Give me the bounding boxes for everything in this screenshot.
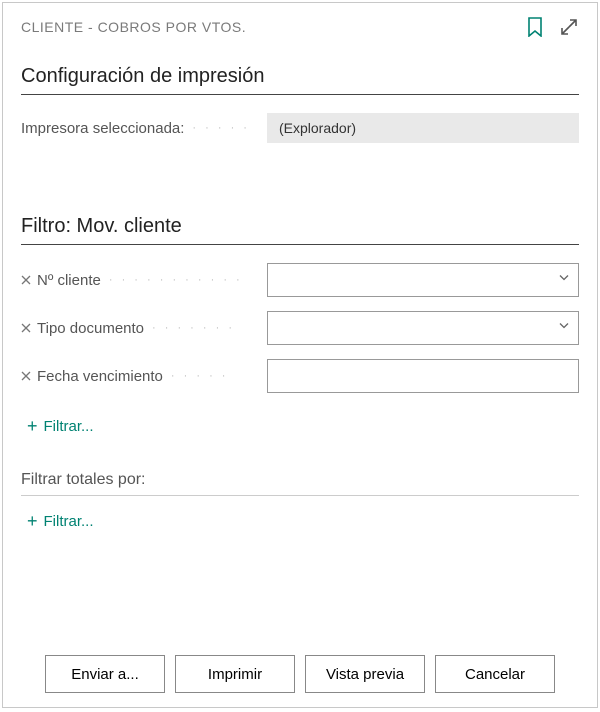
label-cell: Fecha vencimiento · · · · · [21, 368, 267, 385]
remove-filter-icon[interactable] [21, 371, 31, 381]
filter-label-cliente: Nº cliente [37, 272, 101, 289]
printer-value[interactable]: (Explorador) [267, 113, 579, 143]
filter-label-tipo-doc: Tipo documento [37, 320, 144, 337]
header-actions [525, 17, 579, 37]
send-to-button[interactable]: Enviar a... [45, 655, 165, 693]
totals-heading: Filtrar totales por: [21, 471, 579, 489]
section-rule [21, 94, 579, 95]
preview-button[interactable]: Vista previa [305, 655, 425, 693]
sub-rule [21, 495, 579, 496]
add-totals-filter-button[interactable]: + Filtrar... [27, 512, 579, 530]
dialog-cliente-cobros: CLIENTE - COBROS POR VTOS. Configuración… [2, 2, 598, 708]
dots: · · · · · [163, 370, 267, 382]
label-cell-printer: Impresora seleccionada: · · · · · [21, 120, 267, 137]
print-button[interactable]: Imprimir [175, 655, 295, 693]
dialog-title: CLIENTE - COBROS POR VTOS. [21, 19, 246, 35]
tipo-doc-select[interactable] [267, 311, 579, 345]
cancel-button[interactable]: Cancelar [435, 655, 555, 693]
dots: · · · · · · · · · · · [101, 274, 267, 286]
bookmark-icon[interactable] [525, 17, 545, 37]
fecha-input[interactable] [267, 359, 579, 393]
add-filter-button[interactable]: + Filtrar... [27, 417, 579, 435]
remove-filter-icon[interactable] [21, 275, 31, 285]
filter-label-fecha: Fecha vencimiento [37, 368, 163, 385]
filter-row-fecha: Fecha vencimiento · · · · · [21, 359, 579, 393]
printer-label: Impresora seleccionada: [21, 120, 184, 137]
tipo-doc-input[interactable] [267, 311, 579, 345]
row-printer: Impresora seleccionada: · · · · · (Explo… [21, 113, 579, 143]
dialog-header: CLIENTE - COBROS POR VTOS. [21, 11, 579, 41]
label-cell: Tipo documento · · · · · · · [21, 320, 267, 337]
filter-row-cliente: Nº cliente · · · · · · · · · · · [21, 263, 579, 297]
section-heading-print: Configuración de impresión [21, 65, 579, 88]
plus-icon: + [27, 512, 38, 530]
dots: · · · · · [184, 122, 267, 134]
add-filter-label: Filtrar... [44, 418, 94, 435]
add-totals-filter-label: Filtrar... [44, 513, 94, 530]
label-cell: Nº cliente · · · · · · · · · · · [21, 272, 267, 289]
cliente-select[interactable] [267, 263, 579, 297]
filter-row-tipo-doc: Tipo documento · · · · · · · [21, 311, 579, 345]
section-heading-filter: Filtro: Mov. cliente [21, 215, 579, 238]
dialog-footer: Enviar a... Imprimir Vista previa Cancel… [3, 655, 597, 693]
section-rule [21, 244, 579, 245]
expand-icon[interactable] [559, 17, 579, 37]
dots: · · · · · · · [144, 322, 267, 334]
cliente-input[interactable] [267, 263, 579, 297]
plus-icon: + [27, 417, 38, 435]
remove-filter-icon[interactable] [21, 323, 31, 333]
